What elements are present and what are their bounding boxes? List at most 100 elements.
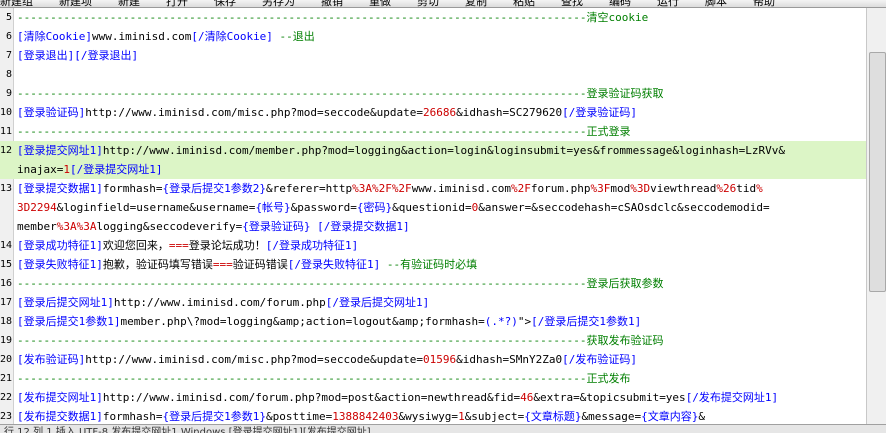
code-token: &message= xyxy=(581,410,642,423)
code-line[interactable]: 3D2294&loginfield=username&username={帐号}… xyxy=(0,198,866,217)
line-number: 16 xyxy=(0,278,13,289)
code-token: formhash= xyxy=(102,182,163,195)
code-text: [登录失败特征1]抱歉，验证码填写错误===验证码错误[/登录失败特征1] --… xyxy=(17,255,477,274)
code-line[interactable]: 19 --------------------------------------… xyxy=(0,331,866,350)
code-line[interactable]: 6 [清除Cookie]www.iminisd.com[/清除Cookie] --… xyxy=(0,27,866,46)
toolbar-button[interactable]: 粘贴 xyxy=(513,0,535,7)
code-token: ----------------------------------------… xyxy=(17,11,587,24)
code-line[interactable]: inajax=1[/登录提交网址1] xyxy=(0,160,866,179)
code-token: === xyxy=(212,258,233,271)
code-token: 正式发布 xyxy=(586,372,631,385)
code-line[interactable]: 9 ---------------------------------------… xyxy=(0,84,866,103)
scrollbar-thumb[interactable] xyxy=(869,52,886,292)
code-line[interactable]: 23 [发布提交数据1]formhash={登录后提交1参数1}&posttime… xyxy=(0,407,866,424)
code-token: 26686 xyxy=(423,106,457,119)
code-token: 验证码错误 xyxy=(232,258,288,271)
code-line[interactable]: 13 [登录提交数据1]formhash={登录后提交1参数2}&referer=… xyxy=(0,179,866,198)
code-token: [/登录提交数据1] xyxy=(310,220,410,233)
toolbar-button[interactable]: 保存 xyxy=(214,0,236,7)
line-number: 11 xyxy=(0,126,13,137)
code-token: &password= xyxy=(290,201,357,214)
code-line[interactable]: 22 [发布提交网址1]http://www.iminisd.com/forum.… xyxy=(0,388,866,407)
toolbar-button[interactable]: 复制 xyxy=(465,0,487,7)
code-token: formhash= xyxy=(102,410,163,423)
line-number: 13 xyxy=(0,183,13,194)
code-token: &answer=&seccodehash=cSAOsdclc&seccodemo… xyxy=(478,201,770,214)
code-token: {登录验证码} xyxy=(242,220,311,233)
code-token: &subject= xyxy=(464,410,525,423)
code-token: member.php\?mod=logging&amp;action=logou… xyxy=(120,315,485,328)
code-text: ----------------------------------------… xyxy=(17,274,664,293)
toolbar-button[interactable]: 新建项 xyxy=(59,0,92,7)
toolbar-button[interactable]: 运行 xyxy=(657,0,679,7)
code-token: http://www.iminisd.com/forum.php?mod=pos… xyxy=(102,391,521,404)
code-token: [发布提交网址1] xyxy=(17,391,103,404)
toolbar-button[interactable]: 剪切 xyxy=(417,0,439,7)
code-token: {密码} xyxy=(356,201,393,214)
toolbar-button[interactable]: 脚本 xyxy=(705,0,727,7)
code-text: [清除Cookie]www.iminisd.com[/清除Cookie] --退… xyxy=(17,27,315,46)
code-token: inajax= xyxy=(17,163,64,176)
code-line[interactable]: 11 --------------------------------------… xyxy=(0,122,866,141)
code-line[interactable]: 21 --------------------------------------… xyxy=(0,369,866,388)
code-token: [/登录失败特征1] xyxy=(287,258,381,271)
toolbar-button[interactable]: 新建 xyxy=(118,0,140,7)
toolbar-button[interactable]: 新建组 xyxy=(0,0,33,7)
code-line[interactable]: 17 [登录后提交网址1]http://www.iminisd.com/forum… xyxy=(0,293,866,312)
code-token: tid xyxy=(736,182,757,195)
code-token: [/发布验证码] xyxy=(562,353,637,366)
code-token: ----------------------------------------… xyxy=(17,372,587,385)
code-line[interactable]: 12 [登录提交网址1]http://www.iminisd.com/member… xyxy=(0,141,866,160)
code-token: [登录提交网址1] xyxy=(17,144,103,157)
code-token: === xyxy=(168,239,189,252)
toolbar-button[interactable]: 帮助 xyxy=(753,0,775,7)
code-token: [登录后提交1参数1] xyxy=(17,315,121,328)
code-line[interactable]: 14 [登录成功特征1]欢迎您回来，===登录论坛成功！[/登录成功特征1] xyxy=(0,236,866,255)
code-token: {登录后提交1参数2} xyxy=(162,182,266,195)
vertical-scrollbar[interactable] xyxy=(866,8,886,424)
code-token: [登录后提交网址1] xyxy=(17,296,114,309)
code-token: %26 xyxy=(716,182,737,195)
code-token: --退出 xyxy=(272,30,315,43)
toolbar-button[interactable]: 重做 xyxy=(369,0,391,7)
toolbar-button[interactable]: 撤销 xyxy=(321,0,343,7)
code-token: &idhash=SMnY2Za0 xyxy=(456,353,563,366)
code-line[interactable]: 16 --------------------------------------… xyxy=(0,274,866,293)
code-text: [发布提交网址1]http://www.iminisd.com/forum.ph… xyxy=(17,388,778,407)
code-token: %3F xyxy=(590,182,611,195)
code-line[interactable]: 15 [登录失败特征1]抱歉，验证码填写错误===验证码错误[/登录失败特征1] … xyxy=(0,255,866,274)
code-text: ----------------------------------------… xyxy=(17,369,631,388)
code-token: 欢迎您回来， xyxy=(102,239,169,252)
code-line[interactable]: 20 [发布验证码]http://www.iminisd.com/misc.php… xyxy=(0,350,866,369)
code-line[interactable]: 8 xyxy=(0,65,866,84)
code-line[interactable]: 18 [登录后提交1参数1]member.php\?mod=logging&amp… xyxy=(0,312,866,331)
code-token: [登录验证码] xyxy=(17,106,86,119)
code-token: 01596 xyxy=(423,353,457,366)
code-token: &extra=&topicsubmit=yes xyxy=(533,391,686,404)
toolbar-button[interactable]: 打开 xyxy=(166,0,188,7)
code-token: %3A%3A xyxy=(56,220,97,233)
code-line[interactable]: 10 [登录验证码]http://www.iminisd.com/misc.php… xyxy=(0,103,866,122)
code-token: 1 xyxy=(458,410,465,423)
toolbar-button[interactable]: 编码 xyxy=(609,0,631,7)
toolbar-button[interactable]: 查找 xyxy=(561,0,583,7)
code-token: &loginfield=username&username= xyxy=(56,201,256,214)
code-line[interactable]: 7 [登录退出][/登录退出] xyxy=(0,46,866,65)
code-editor[interactable]: 5 ---------------------------------------… xyxy=(0,8,866,424)
code-text: [发布提交数据1]formhash={登录后提交1参数1}&posttime=1… xyxy=(17,407,705,424)
line-number: 7 xyxy=(5,50,12,61)
code-token: {文章标题} xyxy=(524,410,582,423)
code-token: [/登录提交网址1] xyxy=(69,163,163,176)
line-number: 8 xyxy=(5,69,12,80)
toolbar-button[interactable]: 另存为 xyxy=(262,0,295,7)
line-number: 6 xyxy=(5,31,12,42)
code-line[interactable]: member%3A%3Alogging&seccodeverify={登录验证码… xyxy=(0,217,866,236)
code-token: [清除Cookie] xyxy=(17,30,92,43)
code-token: {登录后提交1参数1} xyxy=(162,410,266,423)
code-token: [发布提交数据1] xyxy=(17,410,103,423)
code-token: mod xyxy=(610,182,631,195)
code-token: logging&seccodeverify= xyxy=(96,220,243,233)
code-token: [/发布提交网址1] xyxy=(685,391,779,404)
code-line[interactable]: 5 ---------------------------------------… xyxy=(0,8,866,27)
code-token: ----------------------------------------… xyxy=(17,334,587,347)
